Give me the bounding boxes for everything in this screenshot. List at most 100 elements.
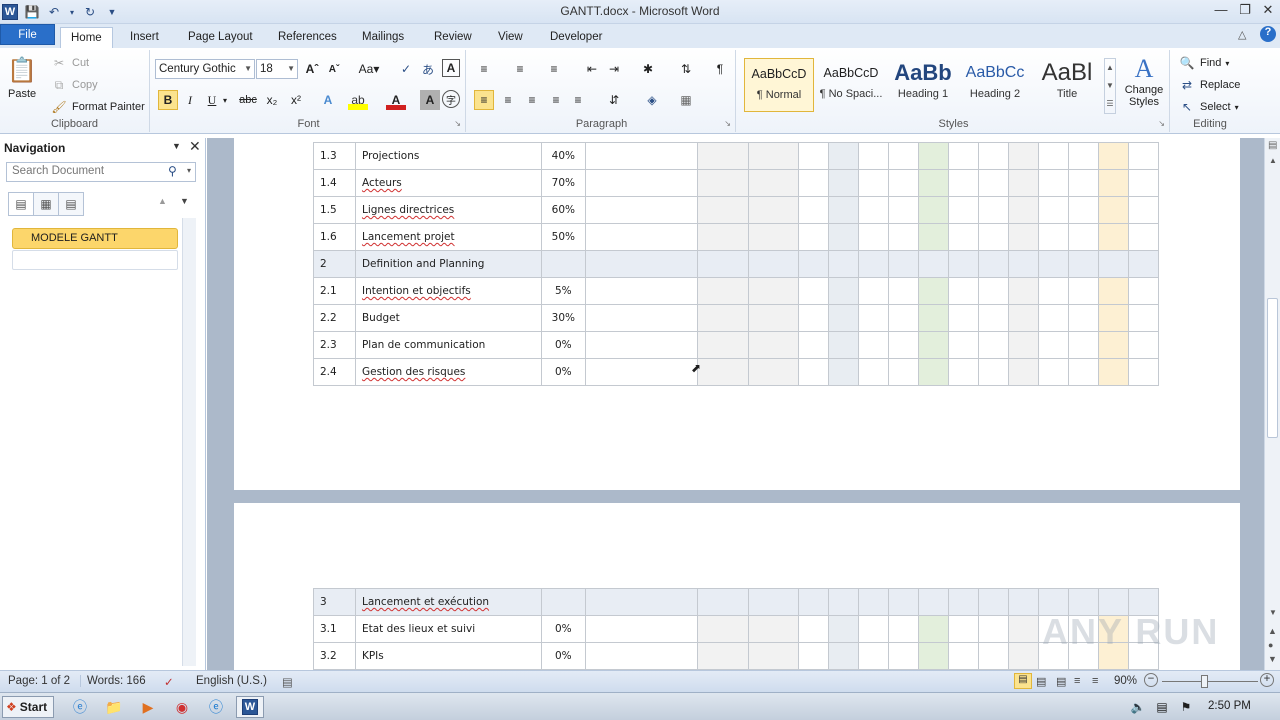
distributed-button[interactable]: ≡ [568,90,588,110]
timeline-cell[interactable] [918,169,950,197]
timeline-cell[interactable] [1067,169,1099,197]
clear-formatting-icon[interactable]: ✓ [396,59,416,79]
text-direction-icon[interactable]: ✱ [638,59,658,79]
timeline-cell[interactable] [978,615,1010,643]
task-number-cell[interactable]: 2.1 [313,277,356,305]
timeline-cell[interactable] [978,142,1010,170]
timeline-cell[interactable] [918,277,950,305]
timeline-cell[interactable] [696,358,750,386]
tab-home[interactable]: Home [60,27,113,49]
timeline-cell[interactable] [828,169,860,197]
format-painter-button[interactable]: 🖌 Format Painter [50,98,144,116]
highlight-color-icon[interactable]: ab [348,90,368,110]
notes-cell[interactable] [584,250,698,278]
nav-heading-item-empty[interactable] [12,250,178,270]
underline-dropdown-icon[interactable]: ▾ [220,90,230,110]
timeline-cell[interactable] [888,588,920,616]
notes-cell[interactable] [584,642,698,670]
minimize-button[interactable]: — [1211,2,1231,20]
progress-cell[interactable]: 0% [540,615,586,643]
align-left-button[interactable]: ≡ [474,90,494,110]
timeline-cell[interactable] [948,169,980,197]
timeline-cell[interactable] [828,615,860,643]
timeline-cell[interactable] [1008,223,1040,251]
timeline-cell[interactable] [918,142,950,170]
show-formatting-marks-icon[interactable]: ¶ [710,59,730,79]
timeline-cell[interactable] [888,196,920,224]
scroll-up-icon[interactable]: ▲ [1269,156,1277,165]
timeline-cell[interactable] [1097,277,1129,305]
timeline-cell[interactable] [1127,358,1160,386]
close-pane-icon[interactable]: ✕ [189,138,201,155]
timeline-cell[interactable] [748,277,800,305]
timeline-cell[interactable] [918,223,950,251]
task-name-cell[interactable]: Projections [354,142,542,170]
scroll-thumb[interactable] [1267,298,1278,438]
replace-button[interactable]: ⇄ Replace [1178,76,1240,94]
timeline-cell[interactable] [858,588,890,616]
browse-pages-icon[interactable]: ▦ [33,192,59,216]
timeline-cell[interactable] [696,642,750,670]
timeline-cell[interactable] [696,142,750,170]
numbering-icon[interactable]: ≡ [510,59,530,79]
timeline-cell[interactable] [1097,196,1129,224]
style-heading-2[interactable]: AaBbCc Heading 2 [960,58,1030,112]
close-button[interactable]: ✕ [1258,2,1278,20]
timeline-cell[interactable] [948,588,980,616]
task-name-cell[interactable]: Gestion des risques [354,358,542,386]
bullets-icon[interactable]: ≡ [474,59,494,79]
browse-results-icon[interactable]: ▤ [58,192,84,216]
enclose-characters-icon[interactable]: 字 [442,90,460,108]
print-layout-icon[interactable]: ▤ [1014,673,1032,689]
timeline-cell[interactable] [696,588,750,616]
notes-cell[interactable] [584,615,698,643]
task-name-cell[interactable]: Plan de communication [354,331,542,359]
change-case-icon[interactable]: Aa▾ [356,59,382,79]
macro-record-icon[interactable]: ▤ [282,675,293,689]
dialog-launcher-icon[interactable]: ↘ [724,119,731,128]
timeline-cell[interactable] [978,642,1010,670]
borders-icon[interactable]: ▦ [676,90,696,110]
task-number-cell[interactable]: 2.2 [313,304,356,332]
style-title[interactable]: AaBl Title [1032,58,1102,112]
timeline-cell[interactable] [1008,642,1040,670]
notes-cell[interactable] [584,142,698,170]
progress-cell[interactable] [540,250,586,278]
superscript-button[interactable]: x² [286,90,306,110]
timeline-cell[interactable] [1097,358,1129,386]
sort-icon[interactable]: ⇅ [676,59,696,79]
timeline-cell[interactable] [1008,277,1040,305]
timeline-cell[interactable] [858,142,890,170]
timeline-cell[interactable] [888,304,920,332]
timeline-cell[interactable] [748,169,800,197]
timeline-cell[interactable] [1097,169,1129,197]
tab-file[interactable]: File [0,24,55,45]
timeline-cell[interactable] [828,588,860,616]
timeline-cell[interactable] [918,358,950,386]
media-player-icon[interactable]: ▶ [136,696,160,718]
progress-cell[interactable]: 60% [540,196,586,224]
timeline-cell[interactable] [748,223,800,251]
minimize-ribbon-icon[interactable]: △ [1238,28,1246,41]
timeline-cell[interactable] [798,142,830,170]
timeline-cell[interactable] [828,277,860,305]
help-icon[interactable]: ? [1260,26,1276,42]
zoom-in-icon[interactable]: + [1260,673,1274,687]
timeline-cell[interactable] [696,223,750,251]
timeline-cell[interactable] [1038,277,1069,305]
page-count[interactable]: Page: 1 of 2 [8,675,70,687]
task-number-cell[interactable]: 1.3 [313,142,356,170]
timeline-cell[interactable] [748,250,800,278]
timeline-cell[interactable] [1127,142,1160,170]
timeline-cell[interactable] [948,223,980,251]
progress-cell[interactable]: 50% [540,223,586,251]
task-name-cell[interactable]: Budget [354,304,542,332]
search-icon[interactable]: ⚲ [168,164,177,178]
nav-heading-item[interactable]: MODELE GANTT [12,228,178,249]
task-number-cell[interactable]: 2.3 [313,331,356,359]
timeline-cell[interactable] [948,358,980,386]
zoom-out-icon[interactable]: − [1144,673,1158,687]
tab-developer[interactable]: Developer [540,27,612,48]
task-number-cell[interactable]: 2 [313,250,356,278]
task-number-cell[interactable]: 3.2 [313,642,356,670]
